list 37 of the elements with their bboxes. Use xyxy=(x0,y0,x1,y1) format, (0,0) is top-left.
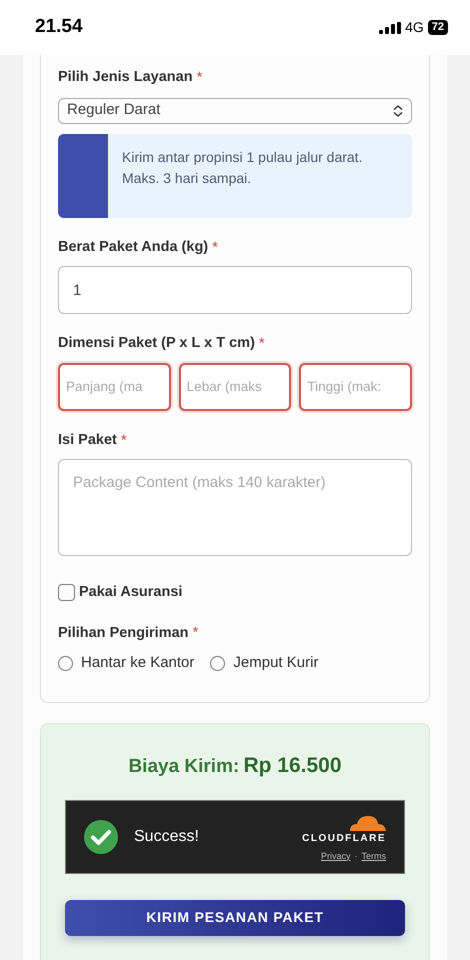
captcha-link[interactable]: Privacy xyxy=(320,850,350,863)
network-type: 4G xyxy=(405,18,424,37)
captcha-status: Success! xyxy=(134,826,199,847)
radio-button[interactable] xyxy=(58,656,73,670)
caret-icon xyxy=(393,104,403,116)
required-mark: * xyxy=(196,68,202,88)
info-text: Kirim antar propinsi 1 pulau jalur darat. Maks. 3 hari sampai. xyxy=(121,148,364,188)
check-icon xyxy=(84,820,118,854)
radio-label[interactable]: Jemput Kurir xyxy=(233,652,318,674)
captcha-brand: CLOUDFLARE xyxy=(302,832,386,846)
captcha-link[interactable]: Terms xyxy=(362,850,386,863)
insurance-checkbox[interactable] xyxy=(58,584,75,601)
required-mark: * xyxy=(192,623,198,644)
required-mark: * xyxy=(212,238,218,258)
field-label: Berat Paket Anda (kg) xyxy=(58,238,208,257)
cost-amount: Rp 16.500 xyxy=(243,754,342,778)
weight-input[interactable]: 1 xyxy=(58,266,412,314)
field-label: Dimensi Paket (P x L x T cm) xyxy=(58,334,255,354)
required-mark: * xyxy=(258,334,265,354)
dimension-input[interactable]: Tinggi (mak: xyxy=(299,362,412,410)
submit-button[interactable]: KIRIM PESANAN PAKET xyxy=(65,900,405,936)
link-separator: · xyxy=(354,850,358,862)
field-label: Pilihan Pengiriman xyxy=(58,624,189,643)
field-label: Pilih Jenis Layanan xyxy=(58,68,193,88)
dimension-input[interactable]: Panjang (ma xyxy=(58,362,171,410)
status-time: 21.54 xyxy=(35,15,83,40)
checkbox-label[interactable]: Pakai Asuransi xyxy=(79,582,182,604)
cost-label: Biaya Kirim: xyxy=(128,756,240,778)
signal-icon xyxy=(379,22,402,34)
content-textarea[interactable]: Package Content (maks 140 karakter) xyxy=(58,459,412,556)
required-mark: * xyxy=(120,430,127,450)
dimension-input[interactable]: Lebar (maks xyxy=(178,362,292,410)
radio-button[interactable] xyxy=(210,656,226,670)
service-select[interactable]: Reguler Darat xyxy=(58,98,412,124)
battery-level: 72 xyxy=(428,20,448,35)
radio-label[interactable]: Hantar ke Kantor xyxy=(81,652,194,674)
field-label: Isi Paket xyxy=(58,430,117,450)
